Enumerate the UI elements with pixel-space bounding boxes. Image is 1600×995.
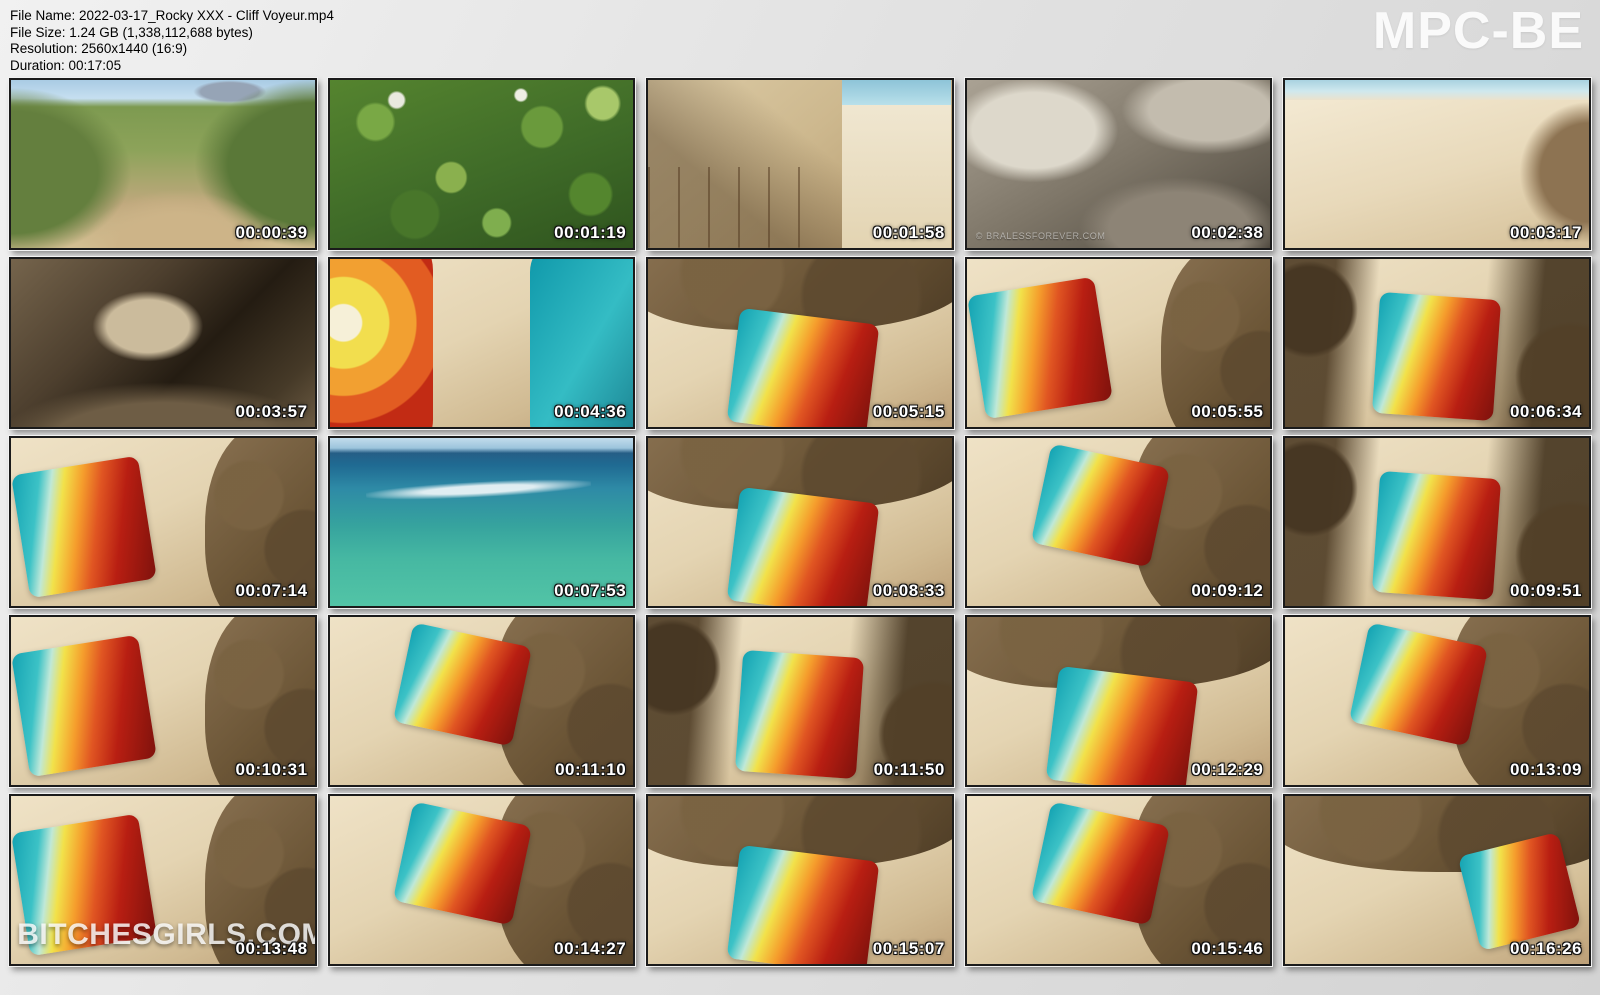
timestamp-overlay: 00:02:38 xyxy=(1191,223,1263,243)
video-thumbnail: 00:15:46 xyxy=(965,794,1273,966)
video-thumbnail: 00:11:50 xyxy=(646,615,954,787)
video-thumbnail: 00:06:34 xyxy=(1283,257,1591,429)
video-thumbnail: 00:03:57 xyxy=(9,257,317,429)
video-thumbnail: 00:09:12 xyxy=(965,436,1273,608)
timestamp-overlay: 00:15:46 xyxy=(1191,939,1263,959)
timestamp-overlay: 00:01:19 xyxy=(554,223,626,243)
file-size-line: File Size: 1.24 GB (1,338,112,688 bytes) xyxy=(10,25,1600,42)
timestamp-overlay: 00:11:50 xyxy=(874,760,945,780)
video-thumbnail: 00:09:51 xyxy=(1283,436,1591,608)
resolution-line: Resolution: 2560x1440 (16:9) xyxy=(10,41,1600,58)
timestamp-overlay: 00:12:29 xyxy=(1191,760,1263,780)
video-thumbnail: 00:01:58 xyxy=(646,78,954,250)
video-thumbnail: 00:05:55 xyxy=(965,257,1273,429)
timestamp-overlay: 00:13:48 xyxy=(236,939,308,959)
timestamp-overlay: 00:05:15 xyxy=(873,402,945,422)
timestamp-overlay: 00:14:27 xyxy=(554,939,626,959)
timestamp-overlay: 00:01:58 xyxy=(873,223,945,243)
timestamp-overlay: 00:06:34 xyxy=(1510,402,1582,422)
video-thumbnail: 00:05:15 xyxy=(646,257,954,429)
timestamp-overlay: 00:00:39 xyxy=(236,223,308,243)
mpc-be-logo: MPC-BE xyxy=(1373,0,1584,62)
video-thumbnail: BITCHESGIRLS.COM 00:13:48 xyxy=(9,794,317,966)
thumbnail-grid: 00:00:39 00:01:19 00:01:58 © BRALESSFORE… xyxy=(0,76,1600,966)
file-name-line: File Name: 2022-03-17_Rocky XXX - Cliff … xyxy=(10,8,1600,25)
timestamp-overlay: 00:03:57 xyxy=(236,402,308,422)
timestamp-overlay: 00:11:10 xyxy=(555,760,626,780)
video-thumbnail: 00:13:09 xyxy=(1283,615,1591,787)
timestamp-overlay: 00:07:14 xyxy=(236,581,308,601)
timestamp-overlay: 00:09:12 xyxy=(1191,581,1263,601)
video-thumbnail: 00:07:14 xyxy=(9,436,317,608)
timestamp-overlay: 00:16:26 xyxy=(1510,939,1582,959)
video-thumbnail: 00:01:19 xyxy=(328,78,636,250)
video-thumbnail: 00:03:17 xyxy=(1283,78,1591,250)
file-info-header: File Name: 2022-03-17_Rocky XXX - Cliff … xyxy=(0,0,1600,76)
video-thumbnail: 00:10:31 xyxy=(9,615,317,787)
timestamp-overlay: 00:07:53 xyxy=(554,581,626,601)
video-thumbnail: 00:12:29 xyxy=(965,615,1273,787)
video-thumbnail: 00:14:27 xyxy=(328,794,636,966)
video-thumbnail: 00:04:36 xyxy=(328,257,636,429)
timestamp-overlay: 00:09:51 xyxy=(1510,581,1582,601)
timestamp-overlay: 00:05:55 xyxy=(1191,402,1263,422)
video-thumbnail: © BRALESSFOREVER.COM 00:02:38 xyxy=(965,78,1273,250)
timestamp-overlay: 00:03:17 xyxy=(1510,223,1582,243)
thumbnail-sheet: { "header": { "file_name": "File Name: 2… xyxy=(0,0,1600,995)
timestamp-overlay: 00:15:07 xyxy=(873,939,945,959)
video-thumbnail: 00:07:53 xyxy=(328,436,636,608)
timestamp-overlay: 00:13:09 xyxy=(1510,760,1582,780)
timestamp-overlay: 00:08:33 xyxy=(873,581,945,601)
timestamp-overlay: 00:04:36 xyxy=(554,402,626,422)
video-thumbnail: 00:11:10 xyxy=(328,615,636,787)
video-thumbnail: 00:16:26 xyxy=(1283,794,1591,966)
timestamp-overlay: 00:10:31 xyxy=(236,760,308,780)
duration-line: Duration: 00:17:05 xyxy=(10,58,1600,75)
video-thumbnail: 00:15:07 xyxy=(646,794,954,966)
video-thumbnail: 00:00:39 xyxy=(9,78,317,250)
watermark-text: © BRALESSFOREVER.COM xyxy=(976,231,1106,241)
video-thumbnail: 00:08:33 xyxy=(646,436,954,608)
